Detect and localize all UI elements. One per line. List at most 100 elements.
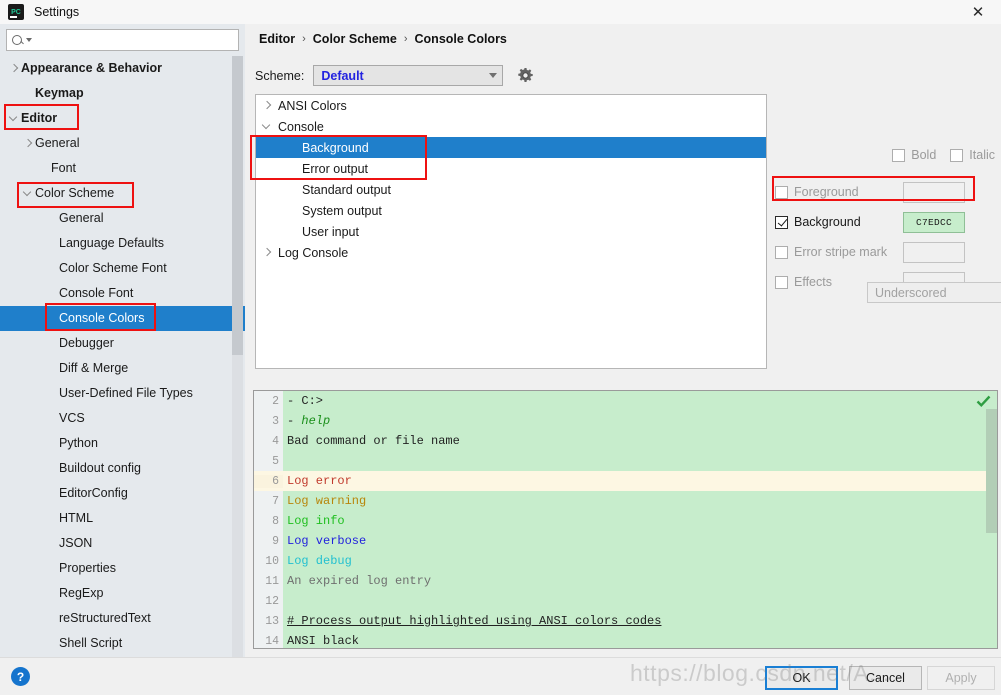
sidebar-item-label: Font — [51, 161, 77, 176]
sidebar-item-debugger[interactable]: Debugger — [0, 331, 245, 356]
preview-line: 6 Log error — [254, 471, 997, 491]
chevron-right-icon[interactable] — [8, 63, 19, 74]
sidebar-item-label: Appearance & Behavior — [21, 61, 163, 76]
sidebar-item-shell-script[interactable]: Shell Script — [0, 631, 245, 656]
color-key-user-input[interactable]: User input — [256, 221, 766, 242]
background-color-swatch[interactable]: C7EDCC — [903, 211, 965, 233]
breadcrumb-item[interactable]: Editor — [259, 32, 295, 46]
font-style-row: Bold Italic — [892, 148, 995, 162]
error-stripe-color-swatch[interactable] — [903, 241, 965, 263]
help-icon[interactable]: ? — [11, 667, 30, 686]
color-keys-tree[interactable]: ANSI Colors Console Background Error output… — [255, 94, 767, 369]
italic-checkbox[interactable] — [950, 148, 964, 162]
sidebar-item-general[interactable]: General — [0, 206, 245, 231]
preview-line: 2 - C:> — [254, 391, 997, 411]
color-key-ansi-colors[interactable]: ANSI Colors — [256, 95, 766, 116]
apply-button[interactable]: Apply — [927, 666, 995, 690]
breadcrumb-item[interactable]: Console Colors — [415, 32, 507, 46]
chevron-right-icon[interactable] — [22, 138, 33, 149]
sidebar-item-console-colors[interactable]: Console Colors — [0, 306, 245, 331]
preview-token: Log error — [287, 474, 352, 488]
sidebar-item-json[interactable]: JSON — [0, 531, 245, 556]
scheme-dropdown[interactable]: Default — [313, 65, 504, 86]
error-stripe-checkbox[interactable] — [775, 245, 788, 259]
background-checkbox-item[interactable]: Background — [775, 215, 903, 229]
spacer-icon — [46, 463, 57, 474]
preview-line-text: An expired log entry — [283, 574, 431, 588]
chevron-right-icon[interactable] — [261, 100, 272, 111]
sidebar-scrollbar[interactable] — [232, 56, 243, 657]
sidebar-item-font[interactable]: Font — [0, 156, 245, 181]
sidebar-item-diff-merge[interactable]: Diff & Merge — [0, 356, 245, 381]
sidebar-item-editor[interactable]: Editor — [0, 106, 245, 131]
sidebar-item-label: RegExp — [59, 586, 104, 601]
scheme-label: Scheme: — [255, 68, 305, 83]
search-box[interactable] — [6, 29, 239, 51]
color-key-background[interactable]: Background — [256, 137, 766, 158]
sidebar-item-label: Console Font — [59, 286, 134, 301]
sidebar-item-python[interactable]: Python — [0, 431, 245, 456]
preview-line: 9 Log verbose — [254, 531, 997, 551]
color-key-label: Console — [278, 119, 324, 134]
italic-checkbox-item[interactable]: Italic — [950, 148, 995, 162]
spacer-icon — [46, 363, 57, 374]
preview-scrollbar-thumb[interactable] — [986, 409, 997, 533]
preview-scrollbar[interactable] — [986, 391, 997, 648]
breadcrumb-separator: › — [302, 33, 306, 45]
chevron-down-icon[interactable] — [8, 113, 19, 124]
breadcrumb-item[interactable]: Color Scheme — [313, 32, 397, 46]
chevron-right-icon[interactable] — [261, 247, 272, 258]
preview-line-text: - C:> — [283, 394, 323, 408]
effects-checkbox[interactable] — [775, 275, 788, 289]
spacer-icon — [46, 638, 57, 649]
sidebar-item-regexp[interactable]: RegExp — [0, 581, 245, 606]
color-key-console[interactable]: Console — [256, 116, 766, 137]
preview-line-number: 4 — [272, 434, 279, 448]
sidebar-item-editorconfig[interactable]: EditorConfig — [0, 481, 245, 506]
sidebar-item-label: Color Scheme — [35, 186, 115, 201]
sidebar-item-color-scheme[interactable]: Color Scheme — [0, 181, 245, 206]
chevron-down-icon — [489, 73, 498, 78]
color-key-standard-output[interactable]: Standard output — [256, 179, 766, 200]
scheme-row: Scheme: Default — [255, 65, 534, 86]
error-stripe-checkbox-item[interactable]: Error stripe mark — [775, 245, 903, 259]
search-input[interactable] — [32, 31, 238, 49]
sidebar-item-language-defaults[interactable]: Language Defaults — [0, 231, 245, 256]
sidebar-item-vcs[interactable]: VCS — [0, 406, 245, 431]
attributes-panel: Bold Italic Foreground Background C7EDCC — [775, 94, 1001, 314]
sidebar-item-properties[interactable]: Properties — [0, 556, 245, 581]
chevron-down-icon[interactable] — [22, 188, 33, 199]
sidebar-item-color-scheme-font[interactable]: Color Scheme Font — [0, 256, 245, 281]
cancel-button[interactable]: Cancel — [849, 666, 922, 690]
sidebar-item-restructuredtext[interactable]: reStructuredText — [0, 606, 245, 631]
close-icon[interactable]: ✕ — [955, 0, 1001, 24]
preview-line-number: 6 — [254, 474, 283, 488]
color-key-error-output[interactable]: Error output — [256, 158, 766, 179]
foreground-color-swatch[interactable] — [903, 181, 965, 203]
sidebar-item-appearance-behavior[interactable]: Appearance & Behavior — [0, 56, 245, 81]
foreground-checkbox-item[interactable]: Foreground — [775, 185, 903, 199]
foreground-checkbox[interactable] — [775, 185, 788, 199]
sidebar-item-console-font[interactable]: Console Font — [0, 281, 245, 306]
effect-type-dropdown[interactable]: Underscored — [867, 282, 1001, 303]
bold-checkbox-item[interactable]: Bold — [892, 148, 936, 162]
background-checkbox[interactable] — [775, 215, 788, 229]
color-key-log-console[interactable]: Log Console — [256, 242, 766, 263]
bold-checkbox[interactable] — [892, 148, 906, 162]
chevron-down-icon[interactable] — [261, 121, 272, 132]
preview-line-text: Log error — [283, 474, 352, 488]
settings-tree[interactable]: Appearance & Behavior Keymap Editor General… — [0, 56, 245, 657]
sidebar-item-html[interactable]: HTML — [0, 506, 245, 531]
preview-token: Bad command or file name — [287, 434, 460, 448]
sidebar-item-user-defined-file-types[interactable]: User-Defined File Types — [0, 381, 245, 406]
sidebar-item-keymap[interactable]: Keymap — [0, 81, 245, 106]
sidebar-scrollbar-thumb[interactable] — [232, 56, 243, 355]
background-row: Background C7EDCC — [775, 209, 997, 235]
preview-line-number: 9 — [272, 534, 279, 548]
color-key-system-output[interactable]: System output — [256, 200, 766, 221]
ok-button[interactable]: OK — [765, 666, 838, 690]
sidebar-item-buildout-config[interactable]: Buildout config — [0, 456, 245, 481]
gear-icon[interactable] — [517, 67, 534, 84]
color-preview-editor[interactable]: 2- C:> 3- help 4 Bad command or file name 5 6… — [253, 390, 998, 649]
sidebar-item-general[interactable]: General — [0, 131, 245, 156]
